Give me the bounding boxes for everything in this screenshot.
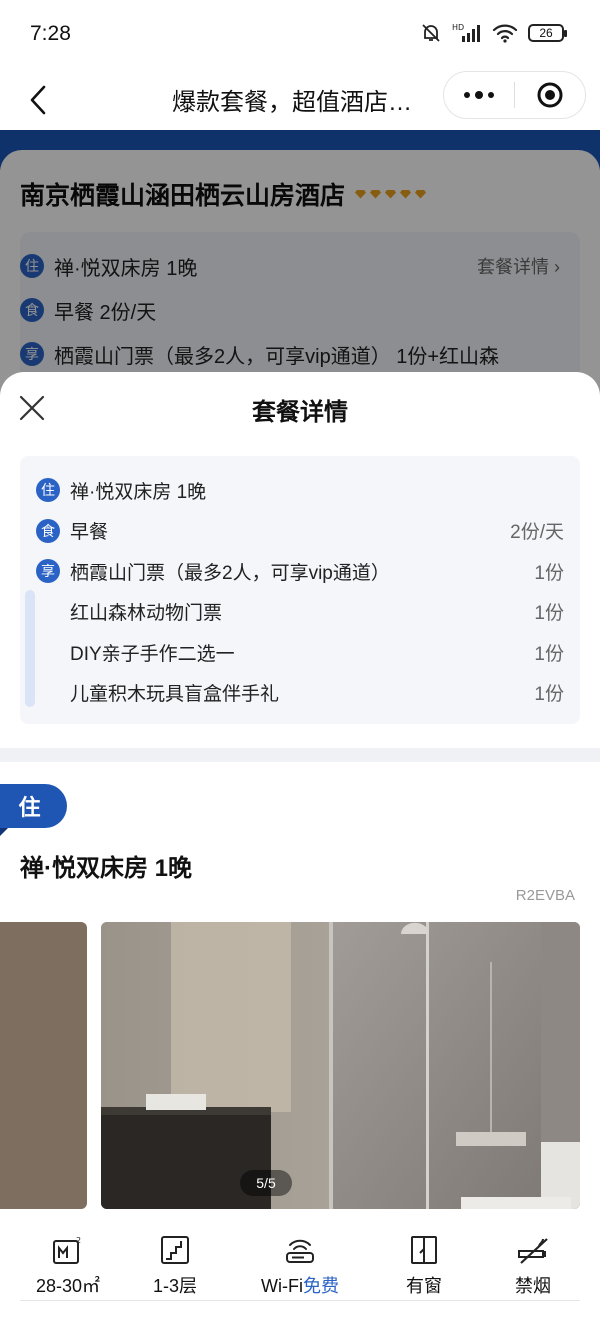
facility-label: 禁烟 (515, 1276, 551, 1296)
package-item-enjoy: 儿童积木玩具盲盒伴手礼 1份 (36, 673, 564, 714)
facility-label: Wi-Fi (261, 1276, 303, 1296)
item-name: DIY亲子手作二选一 (70, 643, 235, 665)
package-detail-sheet: 套餐详情 住 禅·悦双床房 1晚 食 早餐 2份/天 享 栖霞山门票（最多2人，… (0, 372, 600, 1335)
chevron-left-icon (30, 85, 46, 115)
signal-icon: HD (452, 23, 480, 42)
room-name: 禅·悦双床房 1晚 (20, 855, 193, 882)
mute-bell-icon (422, 24, 440, 42)
area-icon: 2 (53, 1236, 81, 1264)
package-item-enjoy: 红山森林动物门票 1份 (36, 592, 564, 633)
item-name: 早餐 (70, 522, 109, 544)
item-qty: 2份/天 (510, 522, 564, 544)
facility-no-smoking: 禁烟 (473, 1230, 593, 1298)
window-icon (411, 1236, 437, 1264)
status-time: 7:28 (30, 22, 71, 45)
wifi-icon (492, 24, 518, 43)
item-qty: 1份 (534, 603, 564, 625)
facility-area: 2 28-30㎡ (8, 1230, 128, 1298)
target-close-icon (537, 82, 563, 108)
package-item-stay: 住 禅·悦双床房 1晚 (36, 470, 564, 511)
item-qty: 1份 (534, 684, 564, 706)
facility-floor: 1-3层 (115, 1230, 235, 1298)
no-smoking-icon (518, 1238, 548, 1264)
svg-text:2: 2 (76, 1236, 81, 1245)
enjoy-group-line (25, 590, 35, 707)
exit-miniprogram-button[interactable] (515, 72, 585, 118)
sheet-title: 套餐详情 (252, 399, 348, 426)
package-item-enjoy: DIY亲子手作二选一 1份 (36, 632, 564, 673)
facility-label: 1-3层 (152, 1276, 197, 1296)
miniprogram-capsule (443, 71, 586, 119)
status-bar: 7:28 HD 26 (0, 0, 600, 70)
item-qty: 1份 (534, 643, 564, 665)
floor-icon (161, 1236, 189, 1264)
item-name: 红山森林动物门票 (70, 603, 223, 625)
item-qty: 1份 (534, 562, 564, 584)
section-divider (0, 748, 600, 762)
package-item-meal: 食 早餐 2份/天 (36, 511, 564, 552)
room-photo-previous[interactable] (0, 922, 87, 1209)
room-facilities: 2 28-30㎡ 1-3层 Wi-Fi免费 有窗 禁烟 (0, 1230, 600, 1310)
package-item-enjoy: 享 栖霞山门票（最多2人，可享vip通道） 1份 (36, 551, 564, 592)
facility-window: 有窗 (364, 1230, 484, 1298)
facility-label: 28-30㎡ (35, 1276, 101, 1296)
network-label: HD (452, 23, 464, 32)
wifi-router-icon (286, 1239, 314, 1263)
facility-label: 有窗 (406, 1276, 442, 1296)
item-name: 儿童积木玩具盲盒伴手礼 (70, 684, 280, 706)
room-code: R2EVBA (515, 887, 575, 904)
photo-counter: 5/5 (240, 1170, 292, 1196)
meal-badge: 食 (36, 518, 60, 543)
nav-bar: 爆款套餐，超值酒店… (0, 70, 600, 130)
stay-badge: 住 (36, 478, 60, 503)
room-section-tag: 住 (0, 784, 67, 828)
page-title: 爆款套餐，超值酒店… (172, 89, 412, 116)
room-photo[interactable] (101, 922, 580, 1209)
facility-divider (20, 1300, 580, 1301)
item-name: 禅·悦双床房 1晚 (70, 481, 207, 503)
enjoy-badge: 享 (36, 559, 60, 584)
item-name: 栖霞山门票（最多2人，可享vip通道） (70, 562, 390, 584)
back-button[interactable] (18, 78, 58, 122)
facility-wifi: Wi-Fi免费 (240, 1230, 360, 1298)
wifi-free-label: 免费 (302, 1276, 339, 1296)
status-icons: HD 26 (420, 22, 567, 44)
package-items: 住 禅·悦双床房 1晚 食 早餐 2份/天 享 栖霞山门票（最多2人，可享vip… (20, 456, 580, 724)
bathroom-photo-image (101, 922, 580, 1209)
more-button[interactable] (444, 72, 514, 118)
battery-indicator: 26 (528, 24, 567, 42)
